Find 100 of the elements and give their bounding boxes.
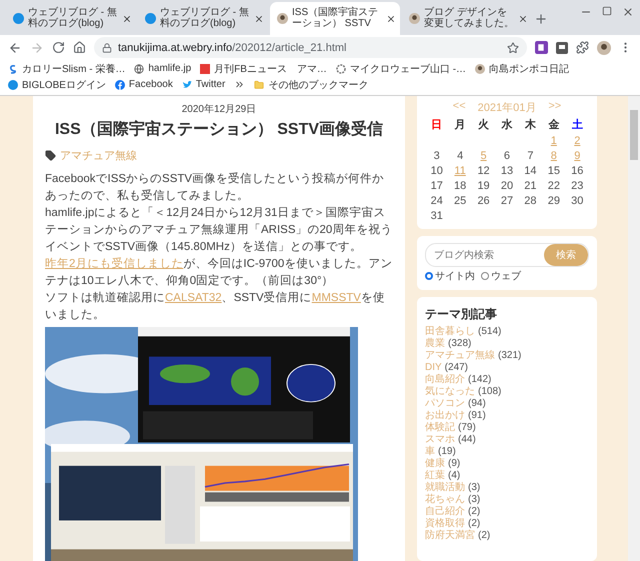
browser-tab[interactable]: ISS（国際宇宙ステーション） SSTV bbox=[270, 2, 400, 35]
close-icon[interactable] bbox=[518, 14, 528, 24]
theme-link[interactable]: 防府天満宮 bbox=[425, 530, 475, 542]
theme-link[interactable]: 花ちゃん bbox=[425, 494, 465, 506]
close-icon[interactable] bbox=[386, 14, 396, 24]
gear-icon bbox=[336, 64, 346, 74]
theme-link[interactable]: 就職活動 bbox=[425, 482, 465, 494]
calendar-day: 29 bbox=[542, 194, 566, 208]
post-count: (44) bbox=[458, 434, 476, 446]
avatar-icon[interactable] bbox=[597, 40, 611, 54]
theme-link[interactable]: 車 bbox=[425, 446, 435, 458]
text-link[interactable]: CALSAT32 bbox=[165, 292, 222, 304]
post-count: (247) bbox=[444, 362, 468, 374]
scope-radio[interactable]: サイト内 bbox=[425, 269, 475, 283]
post-date: 2020年12月29日 bbox=[180, 103, 258, 116]
browser-tab[interactable]: ウェブリブログ - 無料のブログ(blog) bbox=[6, 2, 136, 35]
reload-icon[interactable] bbox=[52, 41, 65, 54]
post-count: (142) bbox=[468, 374, 492, 386]
bookmark[interactable]: Facebook bbox=[114, 77, 173, 92]
paragraph: hamlife.jpによると「＜12月24日から12月31日まで＞国際宇宙ステーションからのアマチュア無線運用「ARISS」の20周年を祝うイベントでSSTV画像（145.80MHz）を送信」との事です。 bbox=[45, 205, 393, 255]
theme-link[interactable]: 資格取得 bbox=[425, 518, 465, 530]
calendar-day: 13 bbox=[495, 164, 519, 178]
weekday-label: 金 bbox=[547, 118, 560, 133]
home-icon[interactable] bbox=[73, 41, 86, 54]
globe-icon bbox=[134, 64, 144, 74]
extensions-icon[interactable] bbox=[576, 41, 589, 54]
category-link[interactable]: アマチュア無線 bbox=[60, 148, 137, 163]
post-count: (19) bbox=[438, 446, 456, 458]
theme-link[interactable]: 紅葉 bbox=[425, 470, 445, 482]
theme-link[interactable]: 農業 bbox=[425, 338, 445, 350]
theme-link[interactable]: パソコン bbox=[425, 398, 465, 410]
next-month-link[interactable]: >> bbox=[548, 100, 562, 115]
back-icon[interactable] bbox=[8, 40, 22, 54]
star-icon[interactable] bbox=[507, 42, 519, 54]
square-icon bbox=[200, 64, 210, 74]
bookmark[interactable]: BIGLOBEログイン bbox=[8, 77, 106, 92]
calendar-day: 4 bbox=[448, 149, 472, 163]
theme-link[interactable]: アマチュア無線 bbox=[425, 350, 495, 362]
weekday-label: 木 bbox=[524, 118, 537, 133]
scrollbar[interactable] bbox=[628, 96, 640, 561]
day-link[interactable]: 11 bbox=[448, 164, 472, 178]
bookmark[interactable]: 月刊FBニュース アマ… bbox=[200, 61, 327, 76]
post-count: (321) bbox=[498, 350, 522, 362]
theme-link[interactable]: DIY bbox=[425, 362, 442, 374]
prev-month-link[interactable]: << bbox=[452, 100, 466, 115]
swirl-icon bbox=[8, 64, 18, 74]
post-count: (2) bbox=[468, 518, 480, 529]
calendar-day: 17 bbox=[425, 179, 448, 193]
bookmark[interactable]: マイクロウェーブ山口 -… bbox=[336, 61, 466, 76]
search-field[interactable]: ブログ内検索 検索 bbox=[425, 243, 589, 267]
day-link[interactable]: 9 bbox=[566, 149, 589, 163]
bookmark[interactable]: hamlife.jp bbox=[134, 61, 192, 76]
lock-icon bbox=[102, 42, 112, 52]
post-count: (3) bbox=[468, 482, 480, 494]
calendar-day: 26 bbox=[472, 194, 496, 208]
close-icon[interactable] bbox=[254, 14, 264, 24]
theme-link[interactable]: 健康 bbox=[425, 458, 445, 470]
theme-link[interactable]: 田舎暮らし bbox=[425, 326, 475, 338]
calendar-day: 25 bbox=[448, 194, 472, 208]
more-icon[interactable] bbox=[234, 79, 246, 90]
text-link[interactable]: MMSSTV bbox=[312, 292, 361, 304]
calendar-day: 7 bbox=[518, 149, 542, 163]
theme-link[interactable]: スマホ bbox=[425, 434, 455, 446]
section-title: テーマ別記事 bbox=[425, 306, 498, 323]
weekday-label: 火 bbox=[477, 118, 490, 133]
theme-link[interactable]: 気になった bbox=[425, 386, 475, 398]
avatar-icon bbox=[277, 13, 288, 24]
address-bar[interactable]: tanukijima.at.webry.info/202012/article_21.html bbox=[94, 37, 527, 58]
bookmark[interactable]: カロリーSlism - 栄養… bbox=[8, 61, 126, 76]
bookmark[interactable]: Twitter bbox=[182, 77, 226, 92]
close-icon[interactable] bbox=[622, 6, 634, 18]
close-icon[interactable] bbox=[122, 14, 132, 24]
theme-link[interactable]: 向島紹介 bbox=[425, 374, 465, 386]
calendar-month: 2021年01月 bbox=[478, 101, 536, 115]
bookmark[interactable]: 向島ポンポコ日記 bbox=[475, 61, 570, 76]
new-tab-icon[interactable] bbox=[534, 12, 548, 26]
calendar-day: 10 bbox=[425, 164, 448, 178]
theme-link[interactable]: 体験記 bbox=[425, 422, 455, 434]
theme-link[interactable]: お出かけ bbox=[425, 410, 465, 422]
day-link[interactable]: 5 bbox=[472, 149, 496, 163]
day-link[interactable]: 2 bbox=[566, 134, 589, 148]
day-link[interactable]: 1 bbox=[542, 134, 566, 148]
browser-tab[interactable]: ウェブリブログ - 無料のブログ(blog) bbox=[138, 2, 268, 35]
day-link[interactable]: 8 bbox=[542, 149, 566, 163]
weekday-label: 月 bbox=[454, 118, 467, 133]
theme-link[interactable]: 自己紹介 bbox=[425, 506, 465, 518]
scope-radio[interactable]: ウェブ bbox=[481, 269, 521, 283]
maximize-icon[interactable] bbox=[602, 6, 612, 16]
post-count: (2) bbox=[468, 506, 480, 518]
search-button[interactable]: 検索 bbox=[544, 244, 588, 266]
post-count: (328) bbox=[448, 338, 472, 350]
extension-icon[interactable] bbox=[556, 42, 568, 54]
notebook-icon[interactable] bbox=[535, 41, 548, 54]
weekday-label: 日 bbox=[430, 118, 444, 133]
text-link[interactable]: 昨年2月にも受信しました bbox=[45, 258, 184, 270]
avatar-icon bbox=[409, 13, 420, 24]
bookmark-folder[interactable]: その他のブックマーク bbox=[254, 77, 368, 92]
folder-icon bbox=[254, 80, 264, 90]
browser-tab[interactable]: ブログ デザインを変更してみました。 bbox=[402, 2, 532, 35]
calendar-day: 31 bbox=[425, 209, 448, 223]
